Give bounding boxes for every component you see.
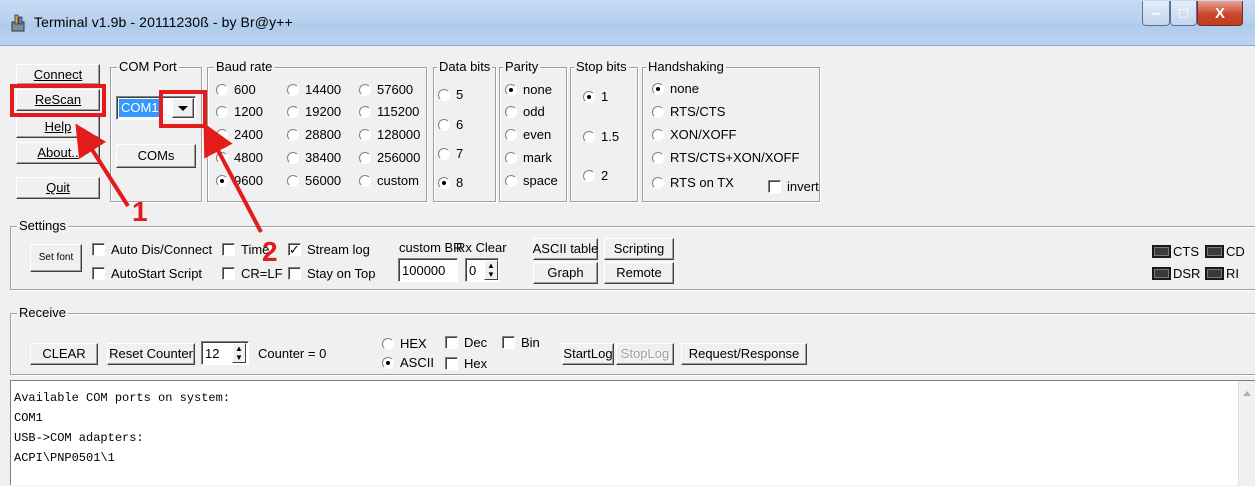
annotation-label-1: 1 — [132, 196, 148, 227]
arrow-2 — [203, 122, 263, 233]
annotation-label-2: 2 — [262, 236, 278, 267]
arrow-1 — [75, 123, 130, 208]
annotation-arrows — [75, 122, 263, 233]
